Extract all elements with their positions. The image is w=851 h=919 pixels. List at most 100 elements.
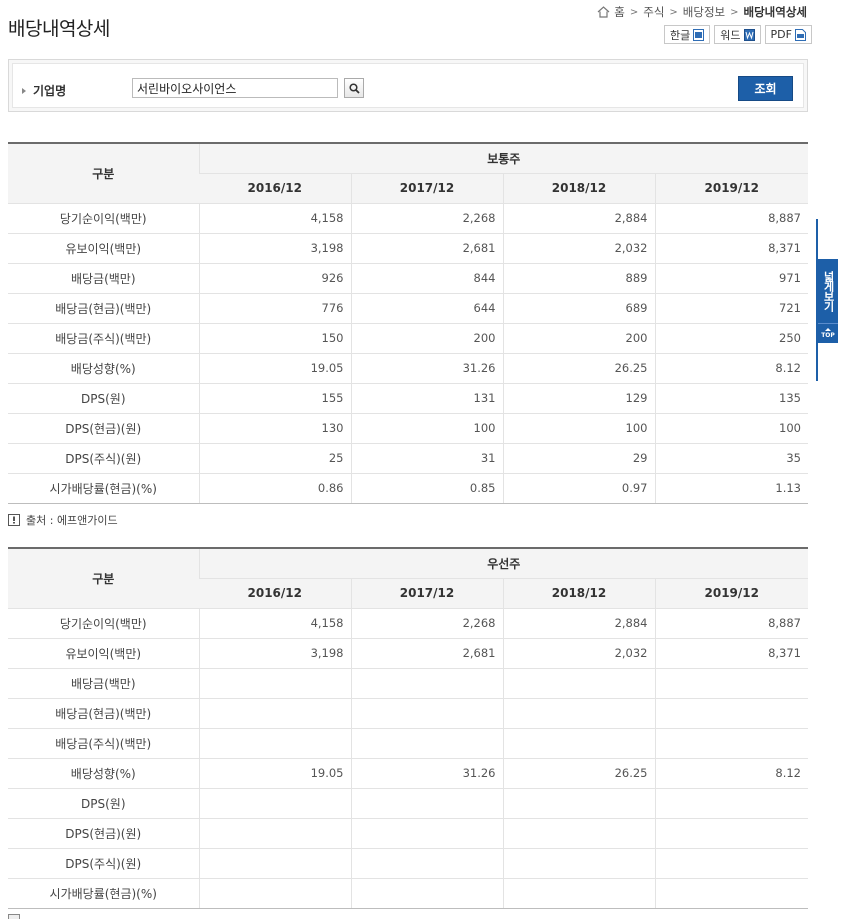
company-search-button[interactable]	[344, 78, 364, 98]
home-icon[interactable]	[597, 6, 610, 18]
cell-value: 971	[654, 263, 808, 294]
cell-value	[502, 788, 655, 819]
cell-value: 3,198	[198, 233, 351, 264]
breadcrumb-separator: >	[629, 6, 639, 18]
cell-value: 19.05	[198, 353, 351, 384]
cell-value: 100	[350, 413, 503, 444]
year-header: 2018/12	[502, 173, 655, 204]
cell-value: 135	[654, 383, 808, 414]
row-label: DPS(원)	[8, 788, 199, 819]
table-row: 배당금(백만) 926 844 889 971	[8, 263, 808, 294]
table-row: 배당금(주식)(백만)	[8, 728, 808, 759]
cell-value	[350, 668, 503, 699]
cell-value: 721	[654, 293, 808, 324]
row-label: 배당성향(%)	[8, 758, 199, 789]
cell-value: 889	[502, 263, 655, 294]
breadcrumb-home[interactable]: 홈	[614, 4, 625, 20]
breadcrumb-dividend-info[interactable]: 배당정보	[683, 4, 725, 20]
scroll-top-button[interactable]: TOP	[818, 323, 838, 343]
cell-value: 844	[350, 263, 503, 294]
cell-value: 150	[198, 323, 351, 354]
cell-value	[350, 788, 503, 819]
cell-value	[198, 698, 351, 729]
cell-value	[198, 788, 351, 819]
cell-value: 31.26	[350, 758, 503, 789]
table-row: DPS(주식)(원) 25 31 29 35	[8, 443, 808, 474]
year-header: 2019/12	[654, 173, 808, 204]
year-header: 2016/12	[199, 578, 351, 609]
table-row: DPS(주식)(원)	[8, 848, 808, 879]
company-search-input[interactable]	[132, 78, 338, 98]
cell-value: 8.12	[654, 353, 808, 384]
cell-value: 689	[502, 293, 655, 324]
word-icon	[743, 28, 755, 41]
submit-button[interactable]: 조회	[738, 76, 793, 101]
row-label: 배당금(주식)(백만)	[8, 728, 199, 759]
page-title: 배당내역상세	[8, 18, 110, 40]
row-label: 배당금(백만)	[8, 668, 199, 699]
table-row: 배당금(현금)(백만) 776 644 689 721	[8, 293, 808, 324]
cell-value	[502, 848, 655, 879]
year-header: 2019/12	[654, 578, 808, 609]
cell-value: 100	[654, 413, 808, 444]
row-header-label: 구분	[8, 547, 199, 609]
row-label: 배당금(백만)	[8, 263, 199, 294]
table-row: DPS(원)	[8, 788, 808, 819]
year-header: 2017/12	[350, 578, 503, 609]
preferred-stock-rows: 당기순이익(백만) 4,158 2,268 2,884 8,887 유보이익(백만) 3,…	[8, 608, 808, 909]
table-row: 유보이익(백만) 3,198 2,681 2,032 8,371	[8, 638, 808, 669]
breadcrumb-separator: >	[730, 6, 739, 18]
cell-value	[350, 818, 503, 849]
cell-value	[654, 818, 808, 849]
breadcrumb: 홈 > 주식 > 배당정보 > 배당내역상세	[597, 4, 807, 20]
cell-value: 0.97	[502, 473, 655, 504]
export-buttons: 한글 워드 PDF	[664, 25, 812, 44]
row-label: DPS(주식)(원)	[8, 848, 199, 879]
breadcrumb-separator: >	[669, 6, 678, 18]
breadcrumb-stock[interactable]: 주식	[643, 4, 664, 20]
row-label: 배당금(주식)(백만)	[8, 323, 199, 354]
pdf-icon	[794, 28, 806, 41]
company-name-label-text: 기업명	[33, 84, 67, 98]
cell-value: 2,268	[350, 608, 503, 639]
cell-value: 200	[502, 323, 655, 354]
cell-value	[502, 728, 655, 759]
preferred-stock-table: 구분 우선주 2016/12 2017/12 2018/12 2019/12 당…	[8, 547, 808, 909]
row-label: DPS(현금)(원)	[8, 413, 199, 444]
cell-value: 155	[198, 383, 351, 414]
export-hwp-button[interactable]: 한글	[664, 25, 711, 44]
source-note: 출처 : 에프앤가이드	[8, 512, 118, 528]
hwp-icon	[693, 28, 705, 41]
cell-value	[654, 728, 808, 759]
cell-value: 3,198	[198, 638, 351, 669]
cell-value: 0.86	[198, 473, 351, 504]
common-stock-rows: 당기순이익(백만) 4,158 2,268 2,884 8,887 유보이익(백만) 3,…	[8, 203, 808, 504]
cell-value	[654, 668, 808, 699]
cell-value: 31.26	[350, 353, 503, 384]
cell-value: 8.12	[654, 758, 808, 789]
cell-value: 29	[502, 443, 655, 474]
export-word-button[interactable]: 워드	[714, 25, 761, 44]
export-pdf-label: PDF	[770, 28, 792, 41]
cell-value	[198, 818, 351, 849]
row-label: DPS(현금)(원)	[8, 818, 199, 849]
cell-value	[654, 878, 808, 909]
row-label: 당기순이익(백만)	[8, 203, 199, 234]
cell-value: 0.85	[350, 473, 503, 504]
table-row: 배당성향(%) 19.05 31.26 26.25 8.12	[8, 758, 808, 789]
cell-value	[502, 818, 655, 849]
wide-view-button[interactable]: 넓게보기	[818, 259, 838, 323]
cell-value	[654, 788, 808, 819]
export-pdf-button[interactable]: PDF	[764, 25, 812, 44]
export-hwp-label: 한글	[670, 28, 691, 42]
cell-value: 35	[654, 443, 808, 474]
table-row: DPS(원) 155 131 129 135	[8, 383, 808, 414]
row-label: DPS(원)	[8, 383, 199, 414]
row-label: DPS(주식)(원)	[8, 443, 199, 474]
bullet-icon	[22, 87, 26, 94]
cell-value	[198, 728, 351, 759]
year-header: 2017/12	[350, 173, 503, 204]
cell-value: 2,884	[502, 203, 655, 234]
cell-value: 4,158	[198, 608, 351, 639]
scroll-top-label: TOP	[821, 332, 835, 339]
